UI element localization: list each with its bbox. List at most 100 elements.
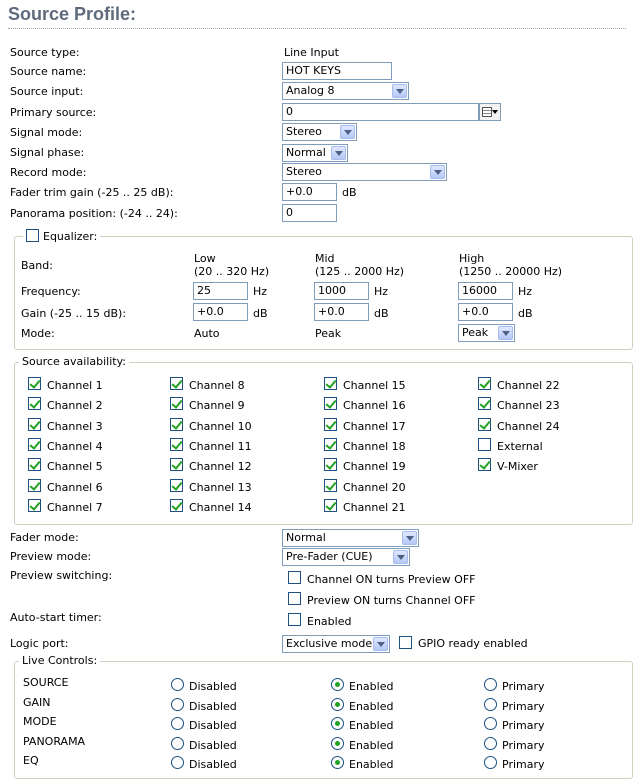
eq-low-hz-unit: Hz [253,285,268,298]
availability-checkbox[interactable] [324,418,337,431]
availability-checkbox[interactable] [28,438,41,451]
eq-low-gain-input[interactable]: +0.0 [193,303,248,321]
availability-checkbox[interactable] [170,499,183,512]
live-control-option-label: Disabled [189,758,237,771]
availability-checkbox[interactable] [170,458,183,471]
availability-checkbox[interactable] [28,458,41,471]
availability-label: Channel 18 [343,440,406,453]
live-control-option-label: Disabled [189,680,237,693]
fader-trim-unit: dB [342,186,357,199]
availability-checkbox[interactable] [324,377,337,390]
availability-checkbox[interactable] [324,499,337,512]
availability-checkbox[interactable] [28,377,41,390]
preview-opt2-checkbox[interactable] [288,592,301,605]
signal-mode-label: Signal mode: [10,126,83,139]
availability-checkbox[interactable] [170,418,183,431]
availability-checkbox[interactable] [28,397,41,410]
eq-high-gain-input[interactable]: +0.0 [458,303,513,321]
source-input-selected: Analog 8 [286,84,335,97]
availability-label: Channel 2 [47,399,103,412]
eq-band-label: Band: [21,259,53,272]
source-input-select[interactable]: Analog 8 [282,82,409,100]
availability-checkbox[interactable] [28,479,41,492]
live-control-radio[interactable] [171,756,184,769]
fader-mode-label: Fader mode: [10,531,79,544]
eq-high-mode-selected: Peak [462,326,489,339]
title-divider [8,28,626,29]
record-mode-select[interactable]: Stereo [282,163,447,181]
availability-label: Channel 21 [343,501,406,514]
fader-trim-input[interactable]: +0.0 [282,183,337,201]
availability-checkbox[interactable] [28,418,41,431]
equalizer-enable-checkbox[interactable] [26,229,39,242]
live-control-radio[interactable] [484,678,497,691]
live-control-radio[interactable] [171,737,184,750]
autostart-checkbox[interactable] [288,613,301,626]
eq-high-hz-unit: Hz [518,285,533,298]
availability-checkbox[interactable] [170,479,183,492]
availability-label: Channel 22 [497,379,560,392]
preview-opt2-label: Preview ON turns Channel OFF [307,594,476,607]
availability-checkbox[interactable] [478,438,491,451]
availability-label: Channel 3 [47,420,103,433]
preview-mode-select[interactable]: Pre-Fader (CUE) [282,548,410,566]
eq-gain-label: Gain (-25 .. 15 dB): [21,307,127,320]
live-control-option-label: Primary [502,680,545,693]
availability-checkbox[interactable] [324,438,337,451]
live-control-radio[interactable] [171,678,184,691]
availability-checkbox[interactable] [478,458,491,471]
live-control-radio[interactable] [484,717,497,730]
signal-mode-select[interactable]: Stereo [282,123,357,141]
live-control-radio[interactable] [484,737,497,750]
live-control-option-label: Primary [502,700,545,713]
live-control-radio[interactable] [484,756,497,769]
live-control-radio[interactable] [331,698,344,711]
eq-high-frequency-input[interactable]: 16000 [458,282,513,300]
availability-label: External [497,440,543,453]
signal-phase-select[interactable]: Normal [282,144,348,162]
eq-mode-label: Mode: [21,327,55,340]
panorama-input[interactable]: 0 [282,204,337,222]
fader-trim-label: Fader trim gain (-25 .. 25 dB): [10,186,174,199]
source-name-input[interactable]: HOT KEYS [282,62,392,80]
autostart-label: Auto-start timer: [10,611,102,624]
eq-frequency-label: Frequency: [21,285,81,298]
live-control-radio[interactable] [331,678,344,691]
eq-high-mode-select[interactable]: Peak [458,324,515,342]
chevron-down-icon [331,146,346,160]
live-control-radio[interactable] [484,698,497,711]
availability-checkbox[interactable] [478,397,491,410]
eq-mid-mode-value: Peak [315,327,342,340]
availability-checkbox[interactable] [170,438,183,451]
availability-checkbox[interactable] [170,377,183,390]
live-control-radio[interactable] [331,717,344,730]
fader-mode-select[interactable]: Normal [282,529,419,547]
gpio-checkbox[interactable] [399,636,412,649]
availability-checkbox[interactable] [478,418,491,431]
primary-source-label: Primary source: [10,106,97,119]
source-picker-button[interactable] [479,103,501,121]
availability-checkbox[interactable] [28,499,41,512]
availability-checkbox[interactable] [324,397,337,410]
availability-checkbox[interactable] [324,479,337,492]
eq-mid-gain-input[interactable]: +0.0 [314,303,369,321]
autostart-option-label: Enabled [307,615,352,628]
live-control-radio[interactable] [331,756,344,769]
eq-low-frequency-input[interactable]: 25 [193,282,248,300]
eq-low-name: Low [194,252,216,265]
availability-checkbox[interactable] [324,458,337,471]
availability-checkbox[interactable] [478,377,491,390]
live-control-radio[interactable] [331,737,344,750]
preview-opt1-checkbox[interactable] [288,571,301,584]
eq-mid-frequency-input[interactable]: 1000 [314,282,369,300]
live-control-name: PANORAMA [23,735,86,748]
chevron-down-icon [392,84,407,98]
primary-source-input[interactable]: 0 [282,103,479,121]
availability-label: Channel 24 [497,420,560,433]
fader-mode-selected: Normal [286,531,326,544]
logic-port-select[interactable]: Exclusive mode [282,635,390,653]
live-control-radio[interactable] [171,717,184,730]
availability-checkbox[interactable] [170,397,183,410]
live-control-radio[interactable] [171,698,184,711]
live-control-option-label: Primary [502,719,545,732]
